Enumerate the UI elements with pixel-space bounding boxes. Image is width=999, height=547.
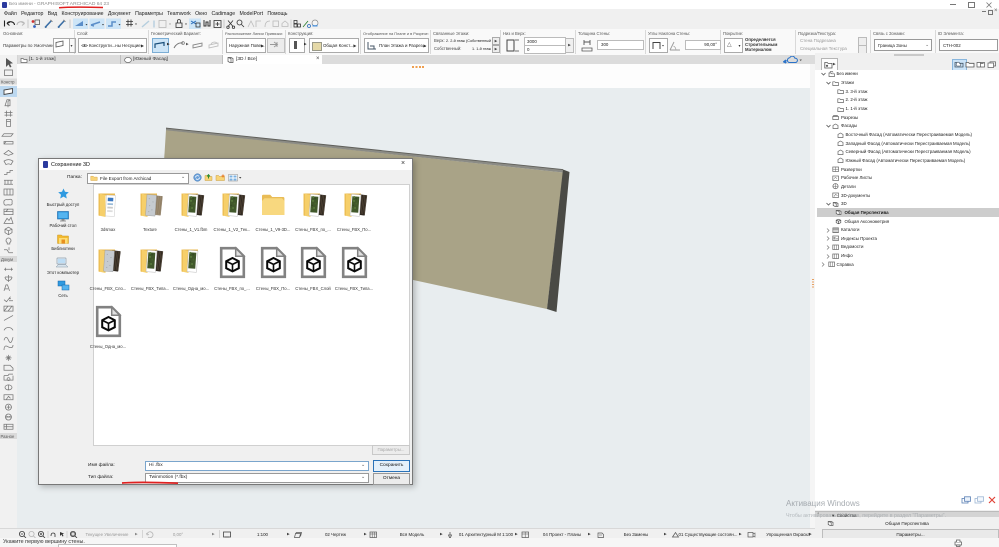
svg-text:Разное: Разное (1, 434, 15, 439)
svg-text:Констр: Констр (1, 79, 15, 84)
svg-text:Докум: Докум (1, 257, 13, 262)
